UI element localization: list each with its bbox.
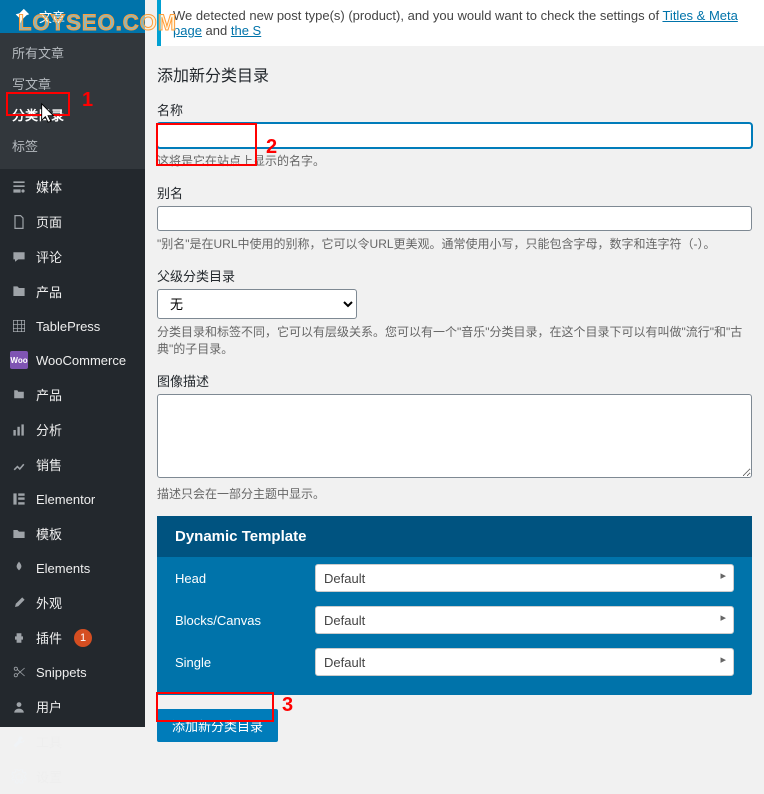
product-icon (10, 283, 28, 301)
dt-head-label: Head (175, 571, 315, 586)
annotation-number-3: 3 (282, 694, 293, 717)
sidebar-item-label: Elements (36, 561, 90, 576)
sidebar-item-label: TablePress (36, 319, 100, 334)
name-input[interactable] (157, 123, 752, 148)
dynamic-template-panel: Dynamic Template Head Default Blocks/Can… (157, 516, 752, 695)
sidebar-submenu-posts: 所有文章 写文章 分类目录 标签 (0, 33, 145, 169)
sidebar-item-label: 分析 (36, 420, 62, 439)
media-icon (10, 178, 28, 196)
sidebar-item-label: Snippets (36, 665, 87, 680)
analytics-icon (10, 421, 28, 439)
folder-icon (10, 525, 28, 543)
sidebar-item-sales[interactable]: 销售 (0, 447, 145, 482)
product-icon (10, 386, 28, 404)
sidebar-item-label: 设置 (36, 767, 62, 786)
page-icon (10, 213, 28, 231)
sidebar-item-media[interactable]: 媒体 (0, 169, 145, 204)
sidebar-item-label: 模板 (36, 524, 62, 543)
sidebar-item-label: 评论 (36, 247, 62, 266)
gear-icon (10, 768, 28, 786)
desc-description: 描述只会在一部分主题中显示。 (157, 485, 752, 502)
name-description: 这将是它在站点上显示的名字。 (157, 152, 752, 169)
admin-sidebar: 文章 所有文章 写文章 分类目录 标签 媒体 页面 评论 产品 TablePre… (0, 0, 145, 727)
dt-head-select[interactable]: Default (315, 564, 734, 592)
annotation-number-2: 2 (266, 136, 277, 159)
sidebar-item-appearance[interactable]: 外观 (0, 585, 145, 620)
scissors-icon (10, 663, 28, 681)
slug-description: "别名"是在URL中使用的别称，它可以令URL更美观。通常使用小写，只能包含字母… (157, 235, 752, 252)
sidebar-item-label: 工具 (36, 732, 62, 751)
slug-input[interactable] (157, 206, 752, 231)
dt-blocks-label: Blocks/Canvas (175, 613, 315, 628)
sidebar-item-label: 外观 (36, 593, 62, 612)
pin-icon (13, 8, 31, 26)
sidebar-item-tablepress[interactable]: TablePress (0, 309, 145, 343)
sidebar-item-label: 媒体 (36, 177, 62, 196)
woo-icon: Woo (10, 351, 28, 369)
elementor-icon (10, 490, 28, 508)
dynamic-template-title: Dynamic Template (157, 516, 752, 557)
sidebar-menu-posts[interactable]: 文章 (0, 0, 145, 33)
sidebar-item-elementor[interactable]: Elementor (0, 482, 145, 516)
sidebar-item-label: 销售 (36, 455, 62, 474)
update-badge: 1 (74, 629, 92, 647)
submenu-tags[interactable]: 标签 (0, 130, 145, 161)
sidebar-item-label: 页面 (36, 212, 62, 231)
desc-label: 图像描述 (157, 371, 752, 390)
users-icon (10, 698, 28, 716)
submenu-categories[interactable]: 分类目录 (0, 99, 145, 130)
parent-label: 父级分类目录 (157, 266, 752, 285)
submenu-new-post[interactable]: 写文章 (0, 68, 145, 99)
sidebar-item-elements[interactable]: Elements (0, 551, 145, 585)
submenu-all-posts[interactable]: 所有文章 (0, 37, 145, 68)
parent-description: 分类目录和标签不同，它可以有层级关系。您可以有一个"音乐"分类目录，在这个目录下… (157, 323, 752, 357)
name-label: 名称 (157, 100, 752, 119)
notice-link-second[interactable]: the S (231, 23, 261, 38)
sidebar-menu-posts-label: 文章 (39, 7, 65, 26)
sales-icon (10, 456, 28, 474)
plugin-icon (10, 629, 28, 647)
dt-single-select[interactable]: Default (315, 648, 734, 676)
sidebar-item-label: 插件 (36, 628, 62, 647)
parent-select[interactable]: 无 (157, 289, 357, 319)
sidebar-item-product-2[interactable]: 产品 (0, 377, 145, 412)
brush-icon (10, 594, 28, 612)
sidebar-item-label: 产品 (36, 282, 62, 301)
sidebar-item-product-1[interactable]: 产品 (0, 274, 145, 309)
sidebar-item-label: 产品 (36, 385, 62, 404)
sidebar-item-settings[interactable]: 设置 (0, 759, 145, 794)
dt-single-label: Single (175, 655, 315, 670)
annotation-number-1: 1 (82, 89, 93, 112)
desc-textarea[interactable] (157, 394, 752, 478)
add-category-button[interactable]: 添加新分类目录 (157, 709, 278, 742)
section-heading: 添加新分类目录 (157, 62, 752, 86)
sidebar-item-plugins[interactable]: 插件 1 (0, 620, 145, 655)
table-icon (10, 317, 28, 335)
sidebar-item-templates[interactable]: 模板 (0, 516, 145, 551)
sidebar-item-label: WooCommerce (36, 353, 126, 368)
sidebar-item-tools[interactable]: 工具 (0, 724, 145, 759)
notice-text-prefix: We detected new post type(s) (product), … (173, 8, 662, 23)
main-content: We detected new post type(s) (product), … (145, 0, 764, 727)
wrench-icon (10, 733, 28, 751)
sidebar-item-comments[interactable]: 评论 (0, 239, 145, 274)
comments-icon (10, 248, 28, 266)
elements-icon (10, 559, 28, 577)
sidebar-item-label: Elementor (36, 492, 95, 507)
sidebar-item-analytics[interactable]: 分析 (0, 412, 145, 447)
sidebar-item-woocommerce[interactable]: Woo WooCommerce (0, 343, 145, 377)
dt-blocks-select[interactable]: Default (315, 606, 734, 634)
sidebar-item-snippets[interactable]: Snippets (0, 655, 145, 689)
sidebar-item-pages[interactable]: 页面 (0, 204, 145, 239)
admin-notice: We detected new post type(s) (product), … (157, 0, 764, 46)
sidebar-item-label: 用户 (36, 697, 62, 716)
sidebar-item-users[interactable]: 用户 (0, 689, 145, 724)
slug-label: 别名 (157, 183, 752, 202)
notice-text-mid: and (206, 23, 231, 38)
